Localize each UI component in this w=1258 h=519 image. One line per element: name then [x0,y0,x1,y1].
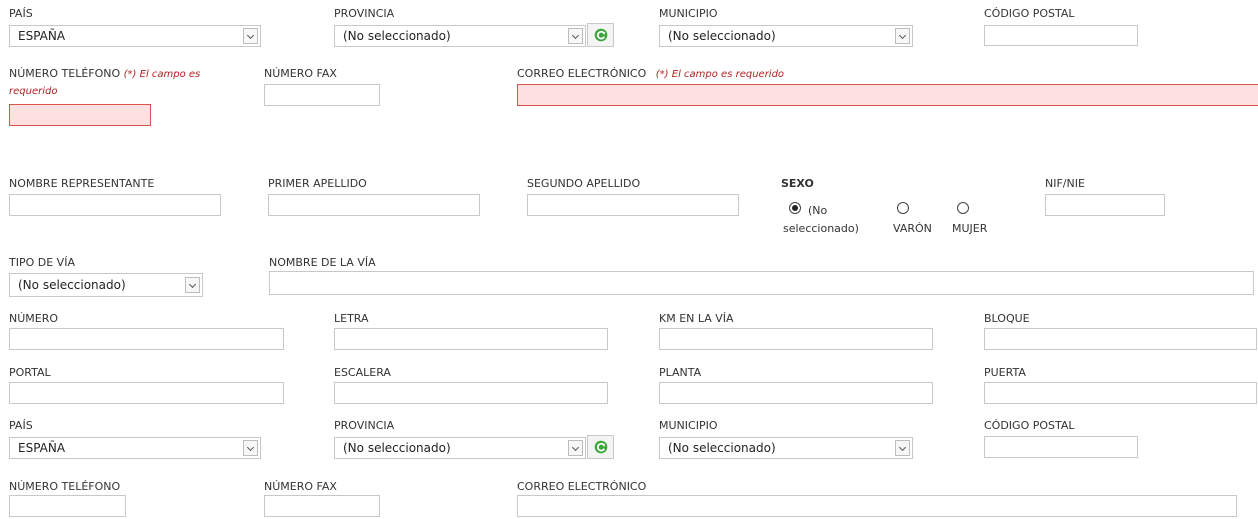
chevron-down-icon[interactable] [243,440,258,456]
segundo-apellido-label: SEGUNDO APELLIDO [527,177,641,190]
nif-label: NIF/NIE [1045,177,1085,190]
email-input[interactable] [517,84,1258,106]
tipo-via-select[interactable]: (No seleccionado) [9,273,203,297]
chevron-down-icon[interactable] [895,440,910,456]
sexo-option-no-seleccionado: (No [808,204,828,217]
fax-label: NÚMERO FAX [264,67,337,80]
nombre-via-label: NOMBRE DE LA VÍA [269,256,376,269]
codigo-postal-label: CÓDIGO POSTAL [984,7,1075,20]
portal-input[interactable] [9,382,284,404]
pais-selected-value: ESPAÑA [18,29,66,43]
pais-2-label: PAÍS [9,419,33,432]
chevron-down-icon[interactable] [568,28,583,44]
telefono-label-block: NÚMERO TELÉFONO (*) El campo es requerid… [9,66,249,100]
refresh-icon [594,28,608,42]
nombre-representante-input[interactable] [9,194,221,216]
chevron-down-icon[interactable] [568,440,583,456]
email-2-input[interactable] [517,495,1237,517]
sexo-option-varon: VARÓN [893,222,932,235]
provincia-selected-value: (No seleccionado) [343,29,451,43]
bloque-label: BLOQUE [984,312,1030,325]
codigo-postal-input[interactable] [984,25,1138,46]
pais-select[interactable]: ESPAÑA [9,25,261,47]
numero-label: NÚMERO [9,312,59,325]
chevron-down-icon[interactable] [185,277,200,293]
chevron-down-icon[interactable] [243,28,258,44]
primer-apellido-label: PRIMER APELLIDO [268,177,367,190]
email-2-label: CORREO ELECTRÓNICO [517,480,647,493]
nombre-representante-label: NOMBRE REPRESENTANTE [9,177,155,190]
telefono-required-message-cont: requerido [9,86,58,97]
planta-label: PLANTA [659,366,702,379]
codigo-postal-2-input[interactable] [984,436,1138,458]
fax-input[interactable] [264,84,380,106]
provincia-2-selected-value: (No seleccionado) [343,441,451,455]
sexo-label: SEXO [781,177,814,190]
letra-label: LETRA [334,312,369,325]
fax-2-label: NÚMERO FAX [264,480,337,493]
escalera-label: ESCALERA [334,366,391,379]
tipo-via-label: TIPO DE VÍA [9,256,75,269]
codigo-postal-2-label: CÓDIGO POSTAL [984,419,1075,432]
sexo-option-no-seleccionado-cont: seleccionado) [783,222,859,235]
municipio-2-label: MUNICIPIO [659,419,718,432]
nombre-via-input[interactable] [269,271,1254,295]
nif-input[interactable] [1045,194,1165,216]
telefono-2-label: NÚMERO TELÉFONO [9,480,121,493]
bloque-input[interactable] [984,328,1257,350]
municipio-2-select[interactable]: (No seleccionado) [659,437,913,459]
refresh-provincia-button[interactable] [587,23,614,47]
refresh-provincia-2-button[interactable] [587,435,614,459]
letra-input[interactable] [334,328,608,350]
sexo-option-mujer: MUJER [952,222,988,235]
tipo-via-selected-value: (No seleccionado) [18,278,126,292]
puerta-label: PUERTA [984,366,1026,379]
pais-2-select[interactable]: ESPAÑA [9,437,261,459]
km-via-label: KM EN LA VÍA [659,312,734,325]
refresh-icon [594,440,608,454]
municipio-select[interactable]: (No seleccionado) [659,25,913,47]
provincia-label: PROVINCIA [334,7,395,20]
segundo-apellido-input[interactable] [527,194,739,216]
sexo-radio-mujer[interactable] [957,202,969,214]
provincia-select[interactable]: (No seleccionado) [334,25,586,47]
municipio-selected-value: (No seleccionado) [668,29,776,43]
provincia-2-select[interactable]: (No seleccionado) [334,437,586,459]
email-label: CORREO ELECTRÓNICO [517,67,647,80]
planta-input[interactable] [659,382,933,404]
puerta-input[interactable] [984,382,1257,404]
pais-label: PAÍS [9,7,33,20]
telefono-2-input[interactable] [9,495,126,517]
primer-apellido-input[interactable] [268,194,480,216]
municipio-2-selected-value: (No seleccionado) [668,441,776,455]
telefono-input[interactable] [9,104,151,126]
email-label-block: CORREO ELECTRÓNICO (*) El campo es reque… [517,67,784,82]
chevron-down-icon[interactable] [895,28,910,44]
email-required-message: (*) El campo es requerido [655,69,785,80]
escalera-input[interactable] [334,382,608,404]
fax-2-input[interactable] [264,495,380,517]
sexo-radio-varon[interactable] [897,202,909,214]
telefono-label: NÚMERO TELÉFONO [9,67,121,80]
telefono-required-message: (*) El campo es [123,69,201,80]
numero-input[interactable] [9,328,284,350]
municipio-label: MUNICIPIO [659,7,718,20]
provincia-2-label: PROVINCIA [334,419,395,432]
pais-2-selected-value: ESPAÑA [18,441,66,455]
portal-label: PORTAL [9,366,51,379]
sexo-radio-no-seleccionado[interactable] [789,202,801,214]
km-via-input[interactable] [659,328,933,350]
